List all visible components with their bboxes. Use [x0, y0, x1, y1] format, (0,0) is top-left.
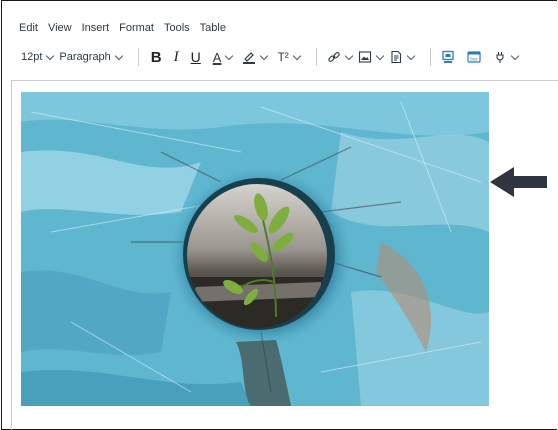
image-button[interactable] — [358, 50, 389, 64]
menu-edit[interactable]: Edit — [19, 21, 38, 35]
record-media-button[interactable] — [441, 50, 455, 64]
chevron-down-icon — [225, 51, 234, 60]
block-format-select[interactable]: Paragraph — [59, 51, 127, 63]
superscript-icon: T² — [277, 50, 289, 64]
toolbar-divider — [429, 48, 431, 66]
bold-button[interactable]: B — [151, 49, 162, 66]
toolbar: 12pt Paragraph B I U A T² box — [21, 47, 557, 67]
toolbar-divider — [137, 48, 139, 66]
document-button[interactable] — [389, 50, 420, 64]
box-app-icon: box — [467, 51, 481, 63]
font-size-select[interactable]: 12pt — [21, 51, 59, 63]
chevron-down-icon — [292, 51, 302, 60]
record-media-icon — [442, 50, 454, 63]
chevron-down-icon — [46, 51, 55, 60]
chevron-down-icon — [344, 51, 354, 60]
text-color-icon: A — [212, 49, 222, 65]
superscript-button[interactable]: T² — [277, 50, 305, 64]
box-app-button[interactable]: box — [467, 50, 481, 64]
plug-icon — [496, 52, 504, 63]
svg-text:box: box — [470, 57, 478, 62]
left-arrow-icon — [490, 167, 547, 197]
plugin-button[interactable] — [493, 50, 524, 64]
chevron-down-icon — [406, 51, 416, 60]
link-button[interactable] — [327, 50, 358, 64]
highlight-button[interactable] — [242, 50, 273, 64]
menu-format[interactable]: Format — [119, 21, 154, 35]
menu-table[interactable]: Table — [200, 21, 226, 35]
menu-tools[interactable]: Tools — [164, 21, 190, 35]
chevron-down-icon — [510, 51, 520, 60]
link-icon — [328, 52, 340, 62]
italic-button[interactable]: I — [174, 49, 179, 66]
plant-through-hole-image — [21, 92, 489, 406]
menu-insert[interactable]: Insert — [82, 21, 110, 35]
chevron-down-icon — [114, 51, 124, 60]
menu-bar: Edit View Insert Format Tools Table — [19, 21, 236, 35]
text-color-button[interactable]: A — [213, 50, 239, 65]
toolbar-divider — [315, 48, 317, 66]
image-icon — [358, 51, 371, 63]
underline-button[interactable]: U — [191, 49, 201, 65]
highlight-pen-icon — [243, 52, 256, 64]
block-format-value: Paragraph — [59, 51, 111, 63]
font-size-value: 12pt — [21, 51, 43, 63]
menu-view[interactable]: View — [48, 21, 72, 35]
chevron-down-icon — [375, 51, 385, 60]
document-icon — [391, 50, 401, 64]
chevron-down-icon — [260, 51, 269, 60]
embedded-image[interactable] — [21, 92, 489, 406]
